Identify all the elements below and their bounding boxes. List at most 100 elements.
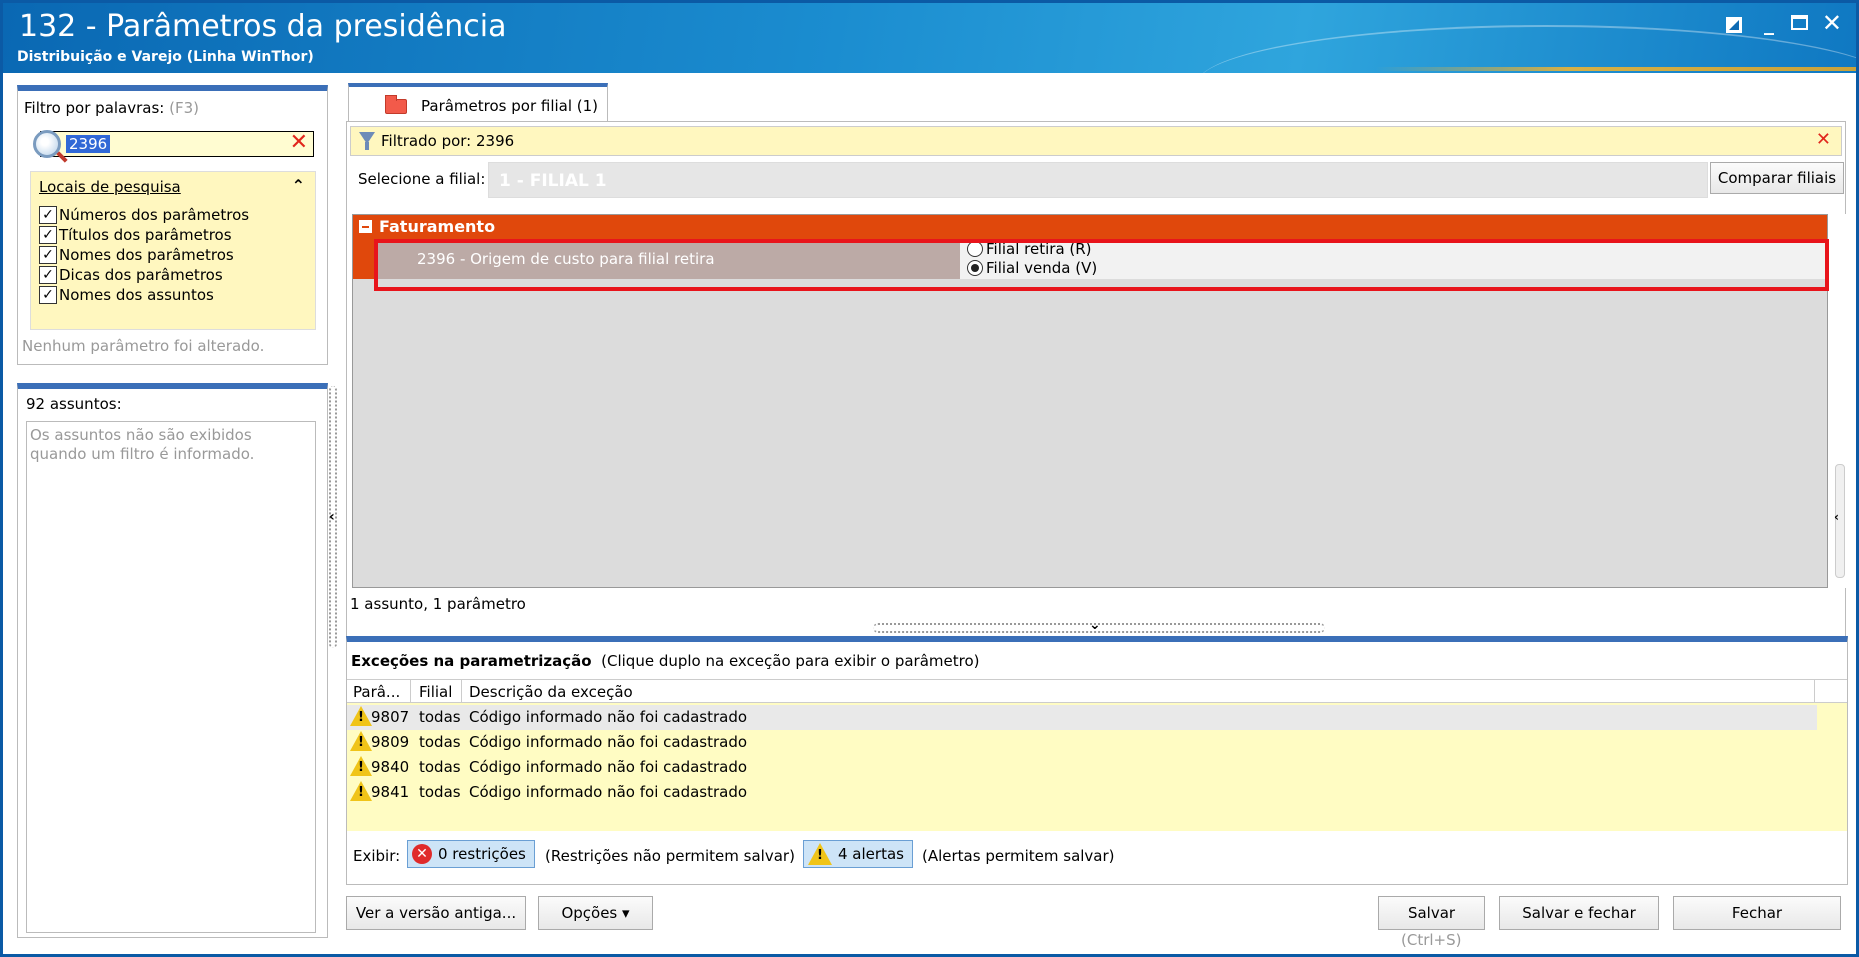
save-and-close-button[interactable]: Salvar e fechar: [1499, 896, 1659, 930]
title-decoration: [1196, 25, 1856, 73]
highlight-box: [374, 239, 1829, 291]
alerts-toggle[interactable]: 4 alertas: [803, 840, 913, 868]
minimize-button[interactable]: _: [1764, 11, 1774, 35]
clear-search-icon[interactable]: ✕: [290, 130, 308, 155]
checkbox-row-numeros[interactable]: ✓ Números dos parâmetros: [39, 204, 249, 226]
warning-icon: [350, 706, 372, 726]
exceptions-hint: (Clique duplo na exceção para exibir o p…: [601, 652, 980, 670]
branch-label: Selecione a filial:: [358, 170, 486, 188]
exceptions-header: Exceções na parametrização (Clique duplo…: [351, 652, 979, 670]
parameters-content: Filtrado por: 2396 ✕ Selecione a filial:…: [346, 121, 1846, 638]
cell-filial: todas: [419, 758, 461, 776]
restore-icon[interactable]: [1726, 17, 1742, 33]
alerts-label: 4 alertas: [838, 845, 904, 863]
checkbox-row-nomes[interactable]: ✓ Nomes dos parâmetros: [39, 244, 234, 266]
cell-param: 9840: [371, 758, 410, 776]
checkbox[interactable]: ✓: [39, 286, 57, 304]
checkbox-row-dicas[interactable]: ✓ Dicas dos parâmetros: [39, 264, 223, 286]
column-header-description[interactable]: Descrição da exceção: [469, 683, 633, 701]
exceptions-title: Exceções na parametrização: [351, 652, 592, 670]
show-label: Exibir:: [353, 847, 401, 865]
group-title: Faturamento: [379, 217, 496, 236]
warning-icon: [350, 756, 372, 776]
subjects-count: 92 assuntos:: [26, 395, 122, 413]
window-subtitle: Distribuição e Varejo (Linha WinThor): [17, 49, 314, 65]
exceptions-footer: Exibir: ✕ 0 restrições (Restrições não p…: [347, 831, 1847, 883]
restrictions-note: (Restrições não permitem salvar): [545, 847, 795, 865]
horizontal-splitter[interactable]: ⌄: [873, 617, 1325, 633]
checkbox[interactable]: ✓: [39, 246, 57, 264]
collapse-chevron-icon[interactable]: ⌃: [292, 176, 305, 195]
checkbox-label: Títulos dos parâmetros: [59, 226, 232, 244]
branch-selector-row: Selecione a filial: 1 - FILIAL 1 Compara…: [350, 162, 1844, 198]
checkbox-label: Dicas dos parâmetros: [59, 266, 223, 284]
title-bar[interactable]: 132 - Parâmetros da presidência Distribu…: [3, 3, 1856, 73]
folder-icon: [385, 95, 407, 114]
restrictions-label: 0 restrições: [438, 845, 526, 863]
compare-branches-button[interactable]: Comparar filiais: [1710, 162, 1844, 194]
filter-panel: Filtro por palavras: (F3) 2396 ✕ Locais …: [17, 85, 328, 365]
cell-param: 9807: [371, 708, 410, 726]
vertical-scrollbar[interactable]: ‹: [1834, 214, 1846, 588]
search-locations-box: Locais de pesquisa ⌃ ✓ Números dos parâm…: [30, 171, 316, 330]
branch-value: 1 - FILIAL 1: [499, 171, 607, 191]
filter-label-text: Filtro por palavras:: [24, 99, 165, 117]
save-shortcut: (Ctrl+S): [1401, 931, 1462, 949]
filtered-by-bar: Filtrado por: 2396 ✕: [350, 126, 1842, 156]
group-header-faturamento[interactable]: Faturamento: [353, 215, 1827, 239]
branch-select[interactable]: 1 - FILIAL 1: [488, 162, 1708, 198]
cell-param: 9841: [371, 783, 410, 801]
tab-label: Parâmetros por filial (1): [421, 97, 599, 115]
checkbox-label: Números dos parâmetros: [59, 206, 250, 224]
table-row[interactable]: 9840 todas Código informado não foi cada…: [347, 755, 1817, 780]
column-header-filial[interactable]: Filial: [419, 683, 452, 701]
options-dropdown-button[interactable]: Opções ▾: [538, 896, 653, 930]
vertical-splitter[interactable]: ‹: [329, 386, 337, 648]
app-window: 132 - Parâmetros da presidência Distribu…: [0, 0, 1859, 957]
filter-label: Filtro por palavras: (F3): [24, 99, 199, 117]
filtered-by-text: Filtrado por: 2396: [381, 132, 515, 150]
search-icon: [33, 130, 61, 158]
table-row[interactable]: 9807 todas Código informado não foi cada…: [347, 705, 1817, 730]
warning-icon: [350, 781, 372, 801]
subjects-list[interactable]: Os assuntos não são exibidos quando um f…: [26, 421, 316, 933]
restrictions-toggle[interactable]: ✕ 0 restrições: [407, 840, 535, 868]
expand-right-panel-icon[interactable]: ‹: [1834, 510, 1839, 524]
column-separator[interactable]: [461, 680, 462, 702]
checkbox[interactable]: ✓: [39, 266, 57, 284]
checkbox-row-assuntos[interactable]: ✓ Nomes dos assuntos: [39, 284, 214, 306]
search-value[interactable]: 2396: [66, 135, 111, 153]
checkbox[interactable]: ✓: [39, 206, 57, 224]
error-icon: ✕: [412, 844, 432, 864]
clear-filter-icon[interactable]: ✕: [1816, 129, 1831, 150]
warning-icon: [350, 731, 372, 751]
cell-filial: todas: [419, 783, 461, 801]
checkbox-row-titulos[interactable]: ✓ Títulos dos parâmetros: [39, 224, 232, 246]
close-window-button[interactable]: ✕: [1822, 9, 1842, 37]
table-row[interactable]: 9809 todas Código informado não foi cada…: [347, 730, 1817, 755]
checkbox[interactable]: ✓: [39, 226, 57, 244]
table-row[interactable]: 9841 todas Código informado não foi cada…: [347, 780, 1817, 805]
warning-icon: [808, 843, 832, 865]
collapse-group-icon[interactable]: [359, 220, 372, 233]
column-header-param[interactable]: Parâ...: [353, 683, 400, 701]
collapse-left-icon[interactable]: ‹: [329, 509, 335, 525]
maximize-button[interactable]: [1791, 15, 1808, 30]
checkbox-label: Nomes dos parâmetros: [59, 246, 234, 264]
cell-filial: todas: [419, 733, 461, 751]
search-input[interactable]: 2396 ✕: [33, 130, 314, 158]
window-title: 132 - Parâmetros da presidência: [19, 9, 507, 44]
column-separator[interactable]: [1814, 680, 1815, 702]
search-locations-title[interactable]: Locais de pesquisa: [39, 178, 181, 196]
funnel-icon: [359, 132, 375, 150]
column-separator[interactable]: [410, 680, 411, 702]
save-button[interactable]: Salvar: [1378, 896, 1485, 930]
chevron-down-icon[interactable]: ⌄: [1089, 617, 1101, 633]
close-button[interactable]: Fechar: [1673, 896, 1841, 930]
old-version-button[interactable]: Ver a versão antiga...: [346, 896, 526, 930]
title-gold-stripe: [1376, 67, 1856, 71]
cell-param: 9809: [371, 733, 410, 751]
cell-description: Código informado não foi cadastrado: [469, 733, 748, 751]
tab-parametros-por-filial[interactable]: Parâmetros por filial (1): [348, 83, 608, 121]
subjects-panel: 92 assuntos: Os assuntos não são exibido…: [17, 383, 328, 938]
